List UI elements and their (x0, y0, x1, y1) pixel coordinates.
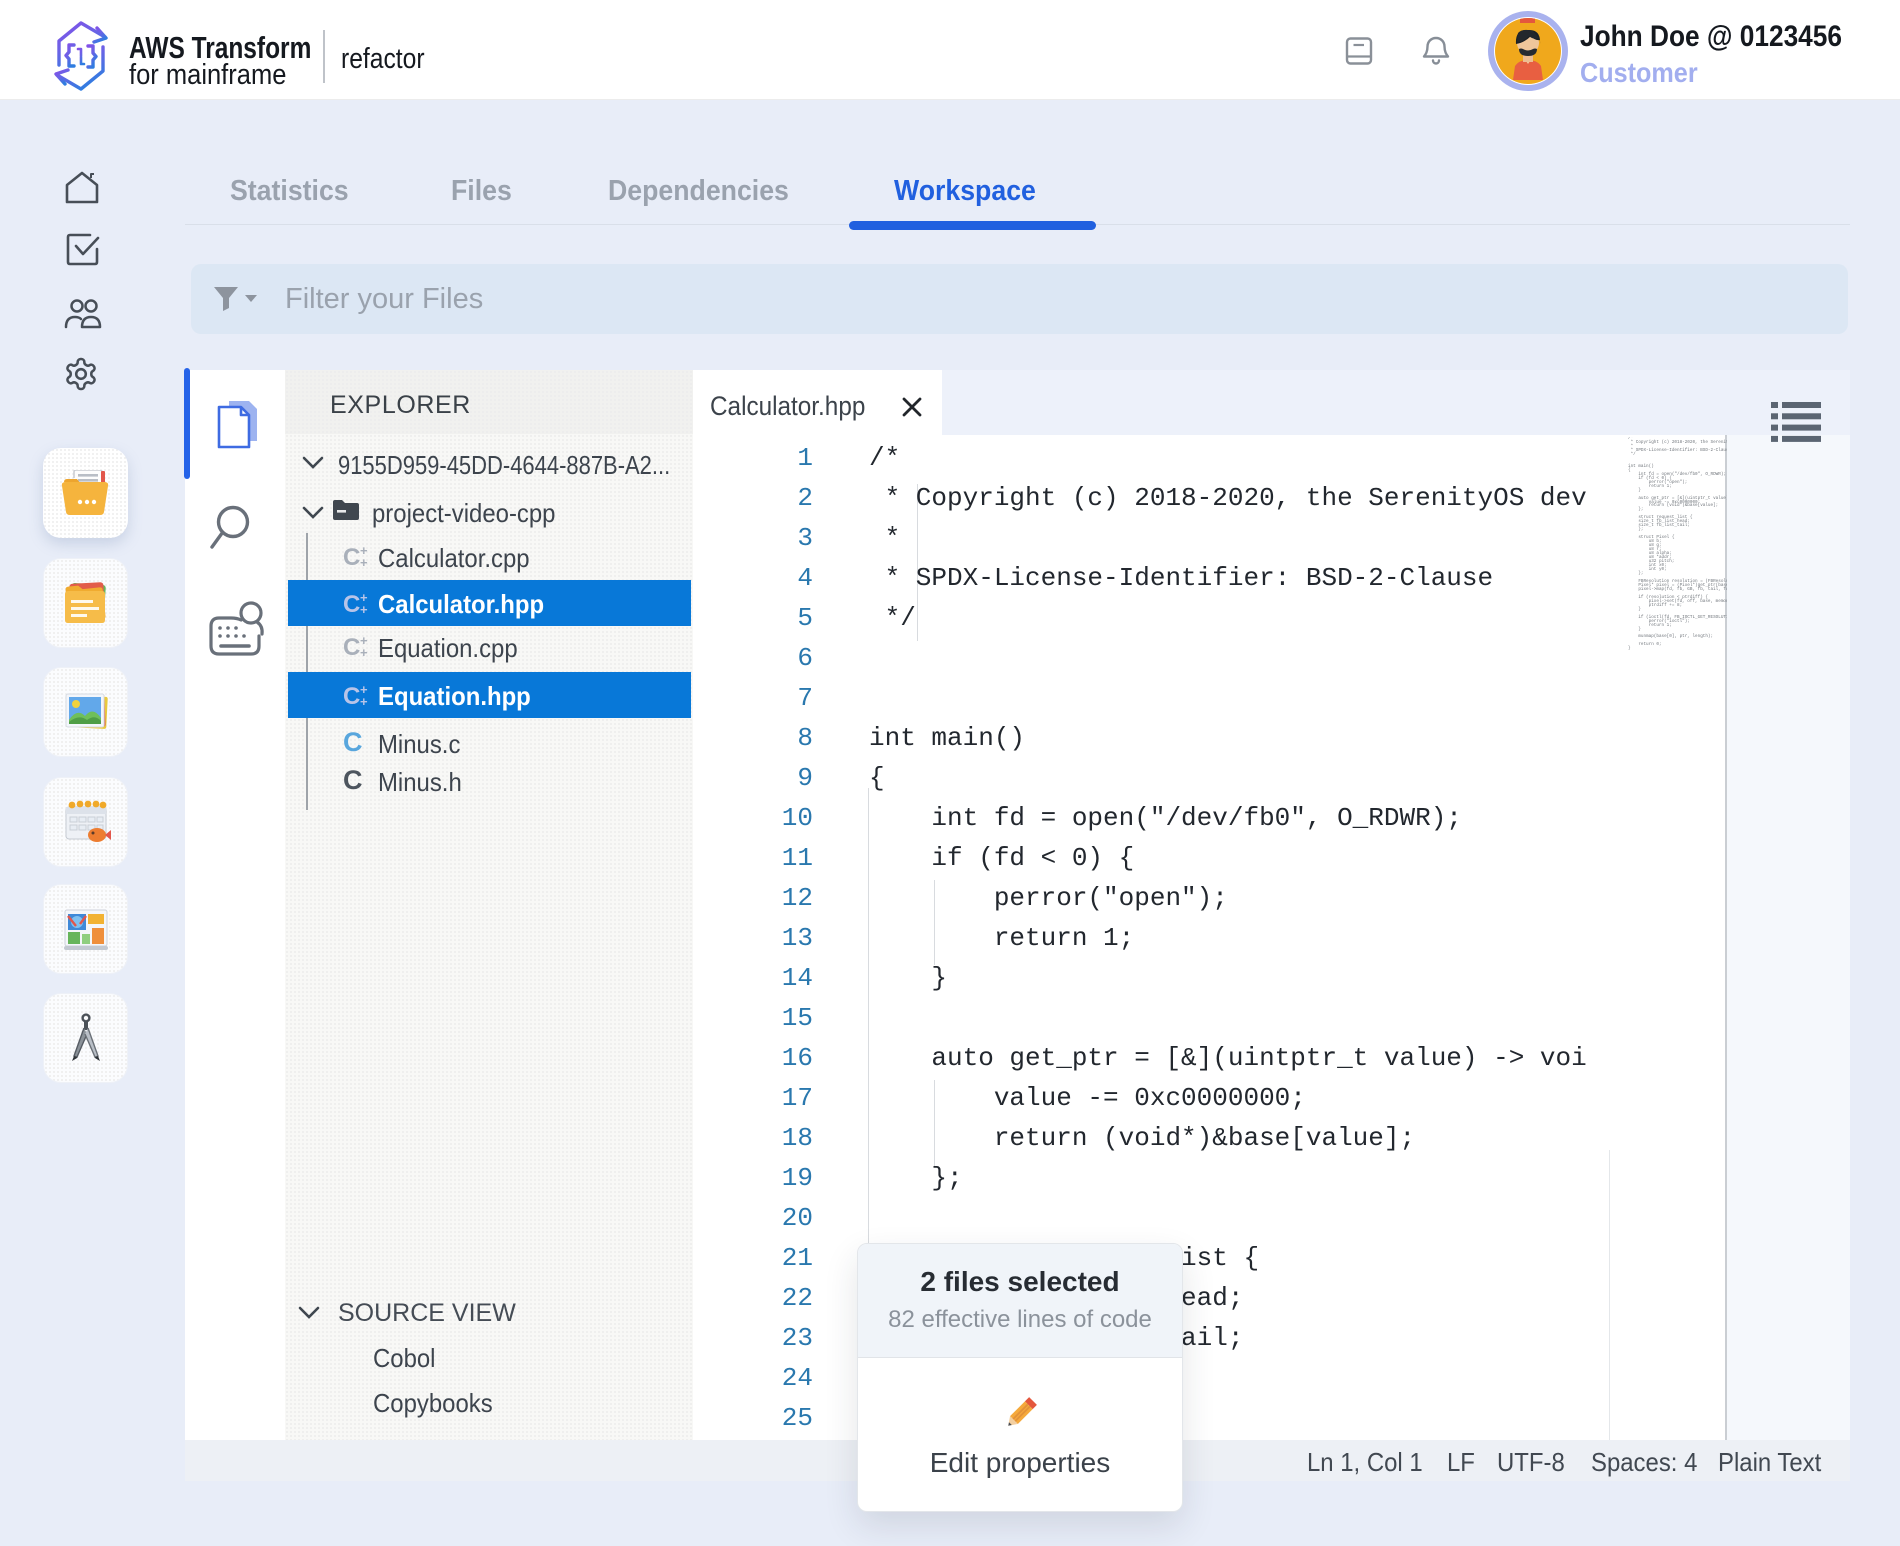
svg-text:C: C (343, 544, 360, 571)
svg-text:+: + (360, 694, 368, 709)
svg-text:C: C (343, 591, 360, 618)
svg-text:+: + (360, 602, 368, 617)
svg-text:C: C (343, 683, 360, 710)
svg-text:+: + (360, 555, 368, 570)
svg-text:+: + (360, 645, 368, 660)
svg-text:C: C (343, 634, 360, 661)
